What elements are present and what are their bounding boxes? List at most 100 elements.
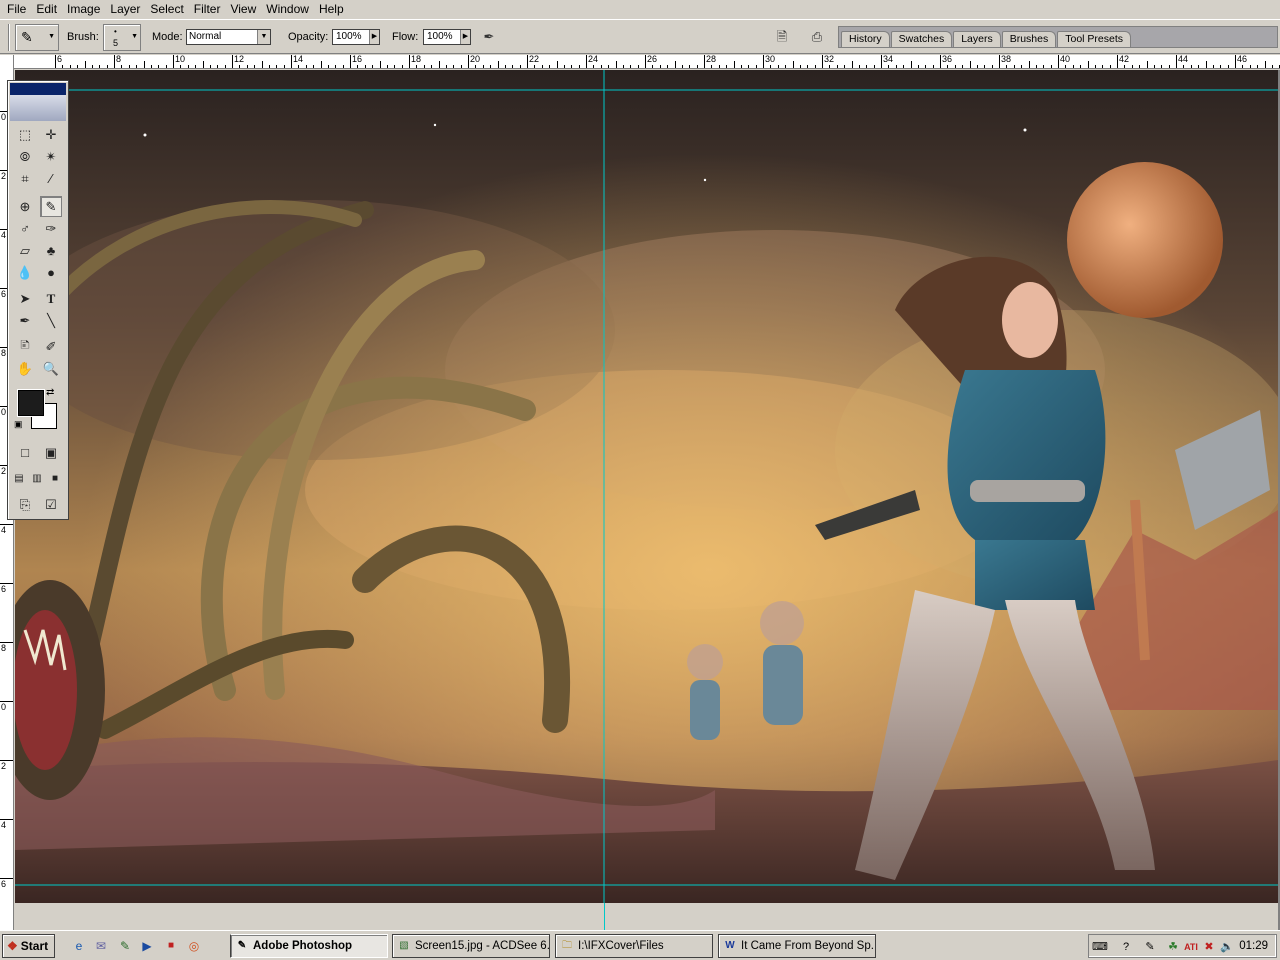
crop-tool-icon[interactable]: ⌗ <box>14 168 36 189</box>
slice-tool-icon[interactable]: ∕ <box>40 168 62 189</box>
ruler-minor-tick <box>608 65 610 68</box>
menu-select[interactable]: Select <box>145 0 188 19</box>
internet-explorer-icon[interactable]: e <box>71 938 87 954</box>
ruler-minor-tick <box>106 65 108 68</box>
dodge-tool-icon[interactable]: ● <box>40 262 62 283</box>
full-screen-menu-mode-icon[interactable]: ▥ <box>29 468 45 489</box>
zoom-tool-icon[interactable]: 🔍 <box>40 358 62 379</box>
eraser-tool-icon[interactable]: ▱ <box>14 240 36 261</box>
task-word-document[interactable]: W It Came From Beyond Sp... <box>718 934 876 958</box>
keyboard-icon[interactable]: ⌨ <box>1092 939 1108 955</box>
path-selection-tool-icon[interactable]: ➤ <box>14 288 36 309</box>
ruler-major-tick <box>173 55 174 68</box>
ruler-label: 38 <box>1001 55 1012 64</box>
move-tool-icon[interactable]: ✛ <box>40 124 62 145</box>
palette-well-icon[interactable]: ⎙ <box>806 27 828 47</box>
brush-picker[interactable]: • 5 ▼ <box>103 24 141 51</box>
eyedropper-tool-icon[interactable]: ✐ <box>40 336 62 357</box>
ruler-minor-tick <box>652 65 654 68</box>
menu-filter[interactable]: Filter <box>189 0 226 19</box>
help-icon[interactable]: ? <box>1118 939 1134 955</box>
tab-brushes[interactable]: Brushes <box>1001 31 1057 47</box>
vertical-guide[interactable] <box>604 903 605 930</box>
photoshop-feather-logo[interactable] <box>10 95 66 121</box>
document-canvas[interactable] <box>15 70 1278 903</box>
brush-tool-icon[interactable]: ✎ <box>40 196 62 217</box>
menu-help[interactable]: Help <box>314 0 349 19</box>
pen-app-icon[interactable]: ✎ <box>117 938 133 954</box>
history-brush-tool-icon[interactable]: ✑ <box>40 218 62 239</box>
tool-palette-titlebar[interactable] <box>10 83 66 95</box>
flow-input[interactable]: 100% ▶ <box>423 29 471 45</box>
menu-view[interactable]: View <box>225 0 261 19</box>
blur-tool-icon[interactable]: 💧 <box>14 262 36 283</box>
menu-edit[interactable]: Edit <box>31 0 62 19</box>
ruler-minor-tick <box>519 65 521 68</box>
clone-stamp-tool-icon[interactable]: ♂ <box>14 218 36 239</box>
pen-tray-icon[interactable]: ✎ <box>1142 939 1158 955</box>
quick-mask-mode-icon[interactable]: ▣ <box>40 442 62 463</box>
menu-file[interactable]: File <box>2 0 31 19</box>
horizontal-ruler[interactable]: 6 8 10 12 14 16 18 20 22 24 26 28 30 32 34 36 38 40 42 44 46 <box>14 55 1280 69</box>
ruler-label: 42 <box>1119 55 1130 64</box>
brush-tool-icon: ✎ <box>21 29 33 45</box>
connection-error-icon[interactable]: ✖ <box>1201 939 1217 955</box>
task-explorer-folder[interactable]: 🗀 I:\IFXCover\Files <box>555 934 713 958</box>
tab-tool-presets[interactable]: Tool Presets <box>1057 31 1132 47</box>
ruler-major-tick <box>350 55 351 68</box>
ruler-minor-tick <box>1257 65 1259 68</box>
chevron-down-icon: ▼ <box>48 33 55 40</box>
magic-wand-tool-icon[interactable]: ✴ <box>40 146 62 167</box>
quick-launch-app-2-icon[interactable]: ◎ <box>186 938 202 954</box>
pen-tool-icon[interactable]: ✒ <box>14 310 36 331</box>
ruler-minor-tick <box>276 65 278 68</box>
tab-swatches[interactable]: Swatches <box>890 31 953 47</box>
healing-brush-tool-icon[interactable]: ⊕ <box>14 196 36 217</box>
menu-window[interactable]: Window <box>261 0 314 19</box>
tool-preset-picker[interactable]: ✎ ▼ <box>15 24 59 51</box>
tab-layers[interactable]: Layers <box>953 31 1001 47</box>
ruler-label: 4 <box>1 820 7 830</box>
ruler-minor-tick <box>814 65 816 68</box>
options-grip[interactable] <box>8 24 10 51</box>
ruler-minor-tick <box>630 65 632 68</box>
standard-mode-icon[interactable]: □ <box>14 442 36 463</box>
hand-tool-icon[interactable]: ✋ <box>14 358 36 379</box>
brush-tip-icon: • <box>114 27 117 36</box>
marquee-tool-icon[interactable]: ⬚ <box>14 124 36 145</box>
menu-bar: File Edit Image Layer Select Filter View… <box>0 0 1280 19</box>
media-player-icon[interactable]: ▶ <box>139 938 155 954</box>
ruler-minor-tick <box>947 65 949 68</box>
file-browser-icon[interactable]: 🗎 <box>771 27 793 47</box>
task-adobe-photoshop[interactable]: ✎ Adobe Photoshop <box>230 934 388 958</box>
default-colors-icon[interactable]: ▣ <box>14 419 23 430</box>
ruler-label: 14 <box>293 55 304 64</box>
airbrush-icon[interactable]: ✒ <box>478 27 500 47</box>
menu-layer[interactable]: Layer <box>105 0 145 19</box>
menu-image[interactable]: Image <box>62 0 105 19</box>
ruler-minor-tick <box>681 65 683 68</box>
edit-in-imageready-icon[interactable]: ☑ <box>40 494 62 515</box>
opacity-input[interactable]: 100% ▶ <box>332 29 380 45</box>
ruler-label: 8 <box>116 55 122 64</box>
jump-to-imageready-icon[interactable]: ⎘ <box>14 494 36 515</box>
start-button[interactable]: ❖ Start <box>2 934 55 958</box>
line-tool-icon[interactable]: ╲ <box>40 310 62 331</box>
task-acdsee[interactable]: ▧ Screen15.jpg - ACDSee 6.0 <box>392 934 550 958</box>
notes-tool-icon[interactable]: 🗈 <box>14 336 36 357</box>
ati-icon[interactable]: ATI <box>1183 939 1199 955</box>
speaker-icon[interactable]: 🔈 <box>1219 939 1235 955</box>
mode-select[interactable]: Normal ▼ <box>186 29 271 45</box>
network-icon[interactable]: ☘ <box>1165 939 1181 955</box>
quick-launch-app-icon[interactable]: ■ <box>163 938 179 954</box>
swap-colors-icon[interactable]: ⇄ <box>46 387 54 398</box>
type-tool-icon[interactable]: T <box>40 288 62 309</box>
lasso-tool-icon[interactable]: ⦾ <box>14 146 36 167</box>
ruler-minor-tick <box>1161 65 1163 68</box>
standard-screen-mode-icon[interactable]: ▤ <box>11 468 27 489</box>
foreground-color-swatch[interactable] <box>18 390 44 416</box>
outlook-icon[interactable]: ✉ <box>93 938 109 954</box>
tab-history[interactable]: History <box>841 31 890 47</box>
paint-bucket-tool-icon[interactable]: ♣ <box>40 240 62 261</box>
full-screen-mode-icon[interactable]: ■ <box>47 468 63 489</box>
